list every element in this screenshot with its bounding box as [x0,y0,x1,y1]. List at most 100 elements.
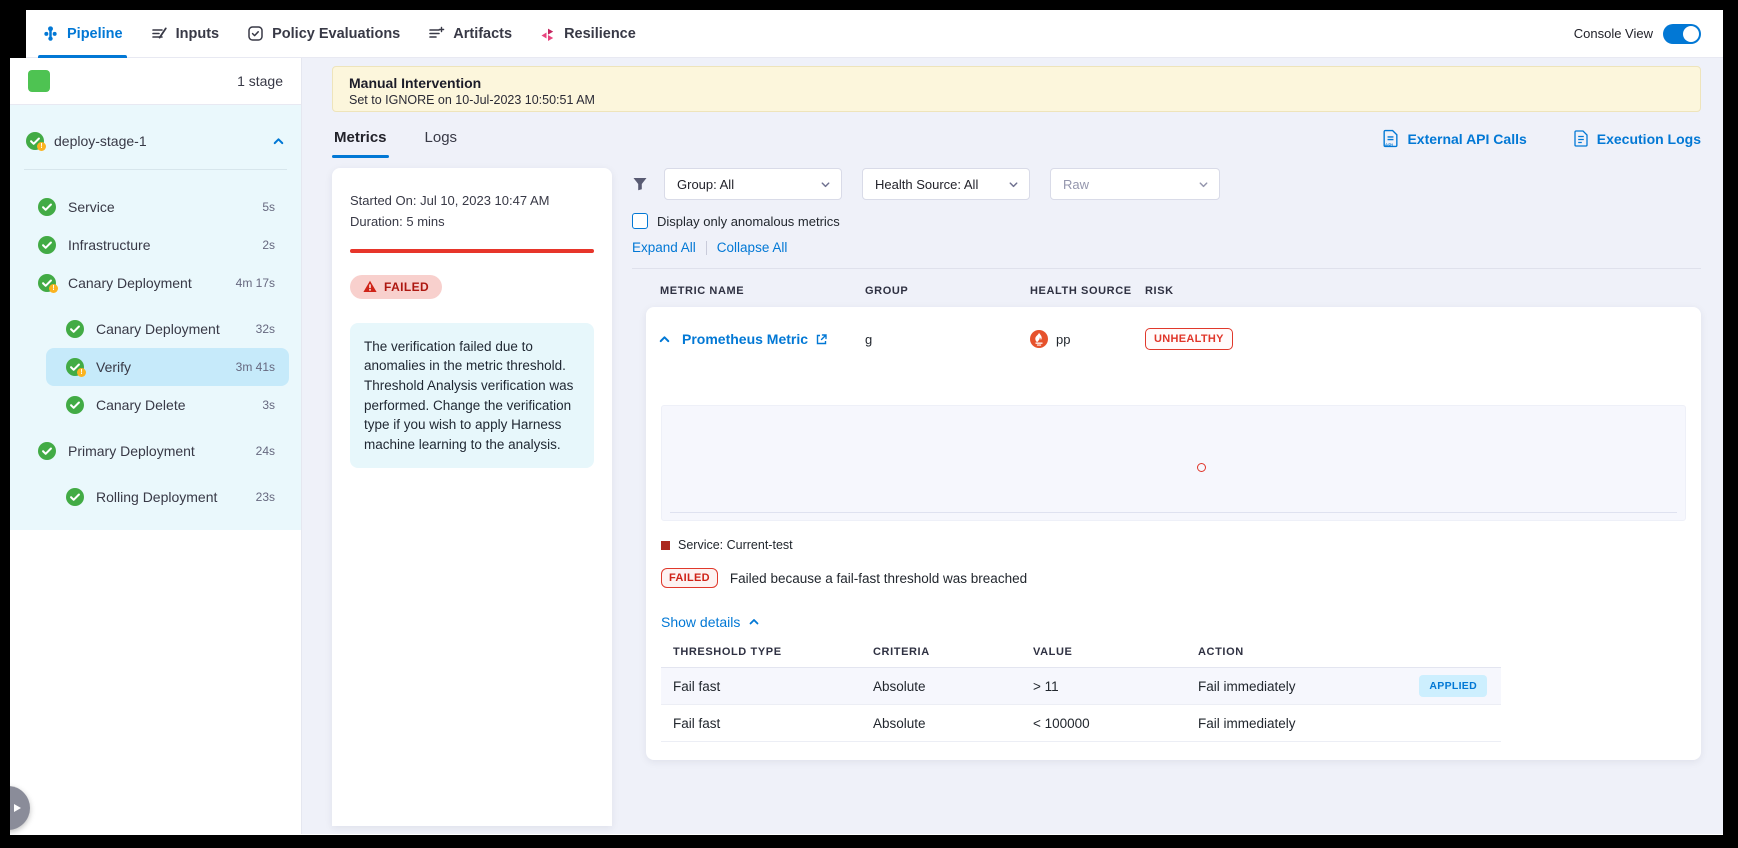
manual-intervention-banner: Manual Intervention Set to IGNORE on 10-… [332,66,1701,112]
thresholds-table: THRESHOLD TYPE CRITERIA VALUE ACTION Fai… [661,646,1501,742]
stage-count: 1 stage [237,73,283,89]
filter-row: Group: All Health Source: All Raw [632,168,1701,200]
step-duration: 32s [256,322,275,336]
expand-all-link[interactable]: Expand All [632,240,696,255]
cell-threshold-type: Fail fast [673,716,873,731]
col-group: GROUP [865,285,1030,297]
toggle-knob [1683,26,1699,42]
external-link-icon [815,333,828,346]
console-view-toggle[interactable] [1663,24,1701,44]
sidebar-step-infrastructure[interactable]: Infrastructure 2s [26,226,289,264]
group-filter-dropdown[interactable]: Group: All [664,168,842,200]
metrics-panel: Group: All Health Source: All Raw [632,158,1701,826]
failed-outline-badge: FAILED [661,568,718,588]
metric-group: g [865,332,1030,347]
warning-triangle-icon [363,280,377,293]
step-duration: 3m 41s [236,360,275,374]
external-api-calls-link[interactable]: API External API Calls [1382,129,1526,148]
chevron-up-icon [748,616,760,628]
status-success-icon [38,198,56,216]
nav-tab-policy-evaluations[interactable]: Policy Evaluations [233,10,414,58]
col-risk: RISK [1145,285,1701,297]
main-content: Manual Intervention Set to IGNORE on 10-… [302,58,1723,834]
step-label: Canary Delete [96,397,186,413]
logs-document-icon [1573,129,1589,148]
metric-timeseries-chart[interactable] [661,405,1686,521]
applied-badge: APPLIED [1419,675,1487,697]
transaction-filter-dropdown[interactable]: Raw [1050,168,1220,200]
legend-label: Service: Current-test [678,538,793,552]
console-view-label: Console View [1574,26,1653,41]
failed-status-badge: FAILED [350,275,442,299]
chart-legend: Service: Current-test [661,538,1686,552]
failed-progress-bar [350,249,594,253]
step-duration: 2s [262,238,275,252]
execution-logs-link[interactable]: Execution Logs [1573,129,1701,148]
dropdown-value: Health Source: All [875,177,978,192]
anomalous-metrics-checkbox[interactable] [632,213,648,229]
threshold-row: Fail fast Absolute < 100000 Fail immedia… [661,705,1501,742]
threshold-row: Fail fast Absolute > 11 Fail immediately… [661,668,1501,705]
sidebar-step-rolling-deployment[interactable]: Rolling Deployment 23s [46,478,289,516]
nav-tab-label: Pipeline [67,26,123,42]
sidebar-step-service[interactable]: Service 5s [26,188,289,226]
stage-tree: ! deploy-stage-1 Service 5s [10,105,301,530]
failed-label: FAILED [384,280,429,294]
nav-tab-pipeline[interactable]: Pipeline [28,10,137,58]
nav-tab-artifacts[interactable]: Artifacts [414,10,526,58]
collapse-all-link[interactable]: Collapse All [717,240,788,255]
status-success-icon [66,320,84,338]
status-success-icon [66,396,84,414]
sidebar-bottom [10,530,301,834]
legend-swatch [661,541,670,550]
anomalous-metrics-label: Display only anomalous metrics [657,214,840,229]
col-metric-name: METRIC NAME [660,285,865,297]
metric-row[interactable]: Prometheus Metric g pp UNHEALTHY [646,307,1701,371]
play-right-icon [11,802,23,814]
nav-tab-label: Inputs [176,26,220,42]
nav-tab-inputs[interactable]: Inputs [137,10,234,58]
duration: Duration: 5 mins [350,211,594,232]
health-source-filter-dropdown[interactable]: Health Source: All [862,168,1030,200]
app-window: Pipeline Inputs Policy Evaluations Artif… [10,10,1723,835]
svg-text:API: API [1385,143,1394,148]
metric-card: Prometheus Metric g pp UNHEALTHY [646,307,1701,760]
stage-status-square [28,70,50,92]
show-details-link[interactable]: Show details [661,614,1686,630]
sidebar-step-verify[interactable]: ! Verify 3m 41s [46,348,289,386]
nav-tab-resilience[interactable]: Resilience [526,10,650,58]
metric-table-header: METRIC NAME GROUP HEALTH SOURCE RISK [632,285,1701,297]
warning-dot: ! [49,284,58,293]
expand-panel-button[interactable] [10,786,30,830]
health-source-name: pp [1056,332,1070,347]
step-label: Verify [96,359,131,375]
tabs-row: Metrics Logs API External API Calls Exec… [332,112,1701,158]
chevron-up-icon[interactable] [272,135,285,148]
nav-tab-label: Artifacts [453,26,512,42]
step-duration: 24s [256,444,275,458]
inputs-icon [151,25,168,42]
sidebar-step-canary-deployment-group[interactable]: ! Canary Deployment 4m 17s [26,264,289,302]
status-success-icon [38,442,56,460]
chart-baseline [670,512,1677,513]
metric-expanded-panel: Service: Current-test FAILED Failed beca… [646,371,1701,742]
link-label: External API Calls [1407,131,1526,147]
step-label: Canary Deployment [96,321,220,337]
collapse-row-chevron-up-icon[interactable] [658,333,682,346]
link-label: Execution Logs [1597,131,1701,147]
stage-row-deploy-stage-1[interactable]: ! deploy-stage-1 [26,125,285,157]
step-duration: 23s [256,490,275,504]
data-point-marker[interactable] [1197,463,1206,472]
sidebar-step-canary-deployment[interactable]: Canary Deployment 32s [46,310,289,348]
sidebar-step-primary-deployment[interactable]: Primary Deployment 24s [26,432,289,470]
filter-funnel-icon[interactable] [632,176,648,192]
failed-reason: Failed because a fail-fast threshold was… [730,571,1027,586]
sidebar-step-canary-delete[interactable]: Canary Delete 3s [46,386,289,424]
tab-metrics[interactable]: Metrics [332,129,389,158]
stages-header: 1 stage [10,58,301,105]
metric-name-link[interactable]: Prometheus Metric [682,331,865,347]
policy-shield-check-icon [247,25,264,42]
divider [632,268,1701,269]
tab-logs[interactable]: Logs [423,129,460,158]
status-warning-icon: ! [38,274,56,292]
